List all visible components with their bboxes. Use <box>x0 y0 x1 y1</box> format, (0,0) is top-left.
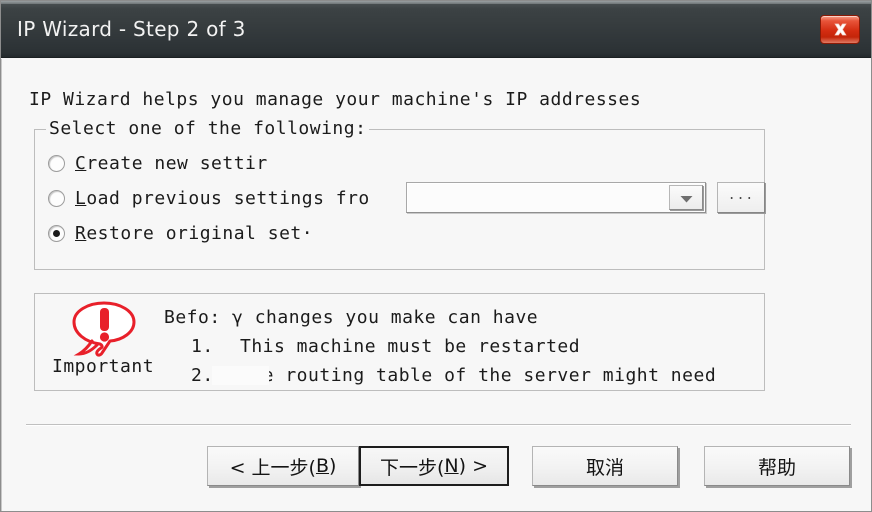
back-button-accel: B <box>315 455 329 477</box>
back-button-suffix: ) <box>329 455 337 477</box>
radio-option-restore-original[interactable]: Restore original set· <box>48 220 313 246</box>
help-button[interactable]: 帮助 <box>704 446 850 486</box>
radio-mark-create-new[interactable] <box>48 154 65 172</box>
button-bar-separator <box>26 424 851 426</box>
ip-wizard-dialog: IP Wizard - Step 2 of 3 IP Wizard helps … <box>0 0 872 512</box>
combobox-dropdown-button[interactable] <box>669 185 703 210</box>
window-title: IP Wizard - Step 2 of 3 <box>17 17 246 41</box>
close-x-icon <box>831 21 850 38</box>
radio-text-restore-original: estore original set· <box>86 222 314 244</box>
important-line-0-text: Befo: γ changes you make can have <box>164 307 539 328</box>
radio-label-create-new: Create new settir <box>75 153 268 174</box>
radio-mark-load-previous[interactable] <box>48 189 65 207</box>
important-exclamation-icon <box>70 301 138 359</box>
radio-option-create-new[interactable]: Create new settir <box>48 150 268 176</box>
back-button-prefix: < 上一步( <box>229 456 316 479</box>
radio-option-load-previous[interactable]: Load previous settings fro <box>48 185 370 211</box>
radio-label-restore-original: Restore original set· <box>75 223 313 244</box>
next-button-prefix: 下一步( <box>379 456 445 479</box>
next-button-suffix: ) > <box>458 455 488 477</box>
groupbox-legend: Select one of the following: <box>46 118 370 139</box>
close-button[interactable] <box>820 15 860 44</box>
accel-key-c: C <box>75 152 87 174</box>
radio-mark-restore-original[interactable] <box>48 224 65 242</box>
radio-label-load-previous: Load previous settings fro <box>75 188 370 209</box>
important-line-0: Befo: γ changes you make can have <box>164 303 764 332</box>
cancel-button[interactable]: 取消 <box>532 446 678 486</box>
accel-key-r: R <box>75 222 87 244</box>
previous-settings-combobox[interactable] <box>406 182 706 213</box>
browse-button[interactable]: ... <box>717 182 765 213</box>
accel-key-l: L <box>75 187 87 209</box>
next-button[interactable]: 下一步(N) > <box>359 446 509 486</box>
text-render-gap <box>212 366 269 385</box>
important-line-2-text: The routing table of the server might ne… <box>240 365 717 386</box>
dialog-body: IP Wizard helps you manage your machine'… <box>1 59 871 511</box>
radio-text-create-new: reate new settir <box>86 152 268 174</box>
back-button[interactable]: < 上一步(B) <box>207 446 359 486</box>
important-line-1-text: This machine must be restarted <box>240 336 581 357</box>
intro-text: IP Wizard helps you manage your machine'… <box>29 89 642 110</box>
next-button-accel: N <box>444 455 459 477</box>
select-option-groupbox: Select one of the following: Create new … <box>34 118 765 270</box>
important-line-1-number: 1. <box>191 336 214 357</box>
title-bar[interactable]: IP Wizard - Step 2 of 3 <box>1 1 871 58</box>
radio-text-load-previous: oad previous settings fro <box>86 187 370 209</box>
combobox-value[interactable] <box>407 183 669 212</box>
chevron-down-icon <box>680 188 693 207</box>
important-line-1: 1. This machine must be restarted <box>164 332 764 361</box>
important-label: Important <box>52 356 155 377</box>
important-notice-box: Important Befo: γ changes you make can h… <box>34 293 765 391</box>
title-bar-highlight <box>1 1 871 4</box>
